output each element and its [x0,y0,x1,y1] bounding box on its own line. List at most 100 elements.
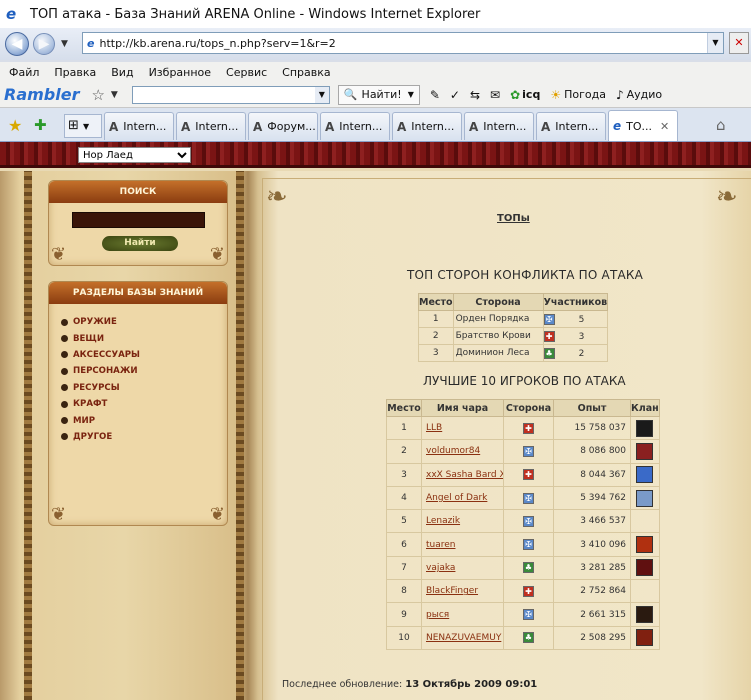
player-link[interactable]: рыся [423,610,449,620]
tab-6[interactable]: A Intern... [464,112,534,140]
place-cell: 2 [386,439,422,464]
player-link[interactable]: Lenazik [423,516,460,526]
menu-edit[interactable]: Правка [54,66,96,79]
player-link[interactable]: LLB [423,423,442,433]
menu-favorites[interactable]: Избранное [149,66,211,79]
player-link[interactable]: tuaren [423,540,456,550]
exp-cell: 2 752 864 [553,579,631,604]
section-link[interactable]: РЕСУРСЫ [61,380,227,396]
side-cell: ✚ [503,415,554,441]
menu-view[interactable]: Вид [111,66,133,79]
blood-side-icon: ✚ [523,469,534,481]
url-dropdown-icon[interactable]: ▼ [707,33,723,53]
rambler-find-button[interactable]: 🔍 Найти! ▼ [337,84,420,105]
section-link[interactable]: МИР [61,412,227,428]
ornament-icon: ❦ [51,244,67,265]
clan-emblem-icon[interactable] [636,489,654,507]
tops-link[interactable]: ТОПы [497,213,530,224]
clan-emblem-icon[interactable] [636,419,654,437]
history-dropdown-icon[interactable]: ▼ [61,39,68,49]
tab-4[interactable]: A Intern... [320,112,390,140]
player-link[interactable]: NENAZUVAEMUY [423,633,501,643]
quick-tabs-button[interactable]: ⊞ ▼ [64,114,102,138]
exp-cell: 8 044 367 [553,462,631,487]
url-text: http://kb.arena.ru/tops_n.php?serv=1&r=2 [99,36,336,50]
audio-icon[interactable]: ♪ [616,88,624,102]
icq-flower-icon[interactable]: ✿ [510,88,520,102]
translate-icon[interactable]: ⇆ [470,88,480,102]
search-button[interactable]: Найти [102,236,178,251]
stop-button[interactable]: ✕ [729,32,749,54]
clan-emblem-icon[interactable] [636,442,654,460]
menu-tools[interactable]: Сервис [226,66,267,79]
mail-icon[interactable]: ✉ [490,88,500,102]
player-link[interactable]: vajaka [423,563,455,573]
rambler-search-input[interactable]: ▼ [131,85,330,104]
pencil-icon[interactable]: ✎ [430,88,440,102]
add-favorite-icon[interactable]: ✚ [34,116,47,134]
sides-row: 3 Доминион Леса ♣ 2 [418,344,609,362]
menu-help[interactable]: Справка [282,66,330,79]
place-cell: 1 [418,310,454,328]
place-cell: 7 [386,555,422,581]
side-cell: ✠ [503,485,554,511]
clan-emblem-icon[interactable] [636,536,654,554]
side-cell: ✠ [503,439,554,464]
audio-label[interactable]: Аудио [627,88,663,101]
count-cell: ✠ 5 [542,310,609,328]
arena-icon: A [397,119,407,134]
place-cell: 8 [386,579,422,604]
tab-1[interactable]: A Intern... [104,112,174,140]
sections-panel-title: РАЗДЕЛЫ БАЗЫ ЗНАНИЙ [49,282,227,304]
icq-label[interactable]: icq [522,88,540,101]
tab-7[interactable]: A Intern... [536,112,606,140]
count-value: 3 [578,331,585,342]
count-cell: ♣ 2 [542,344,609,362]
address-bar: ◀ ▶ ▼ e http://kb.arena.ru/tops_n.php?se… [0,28,751,60]
spellcheck-icon[interactable]: ✓ [450,88,460,102]
player-link[interactable]: xxX Sasha Bard Xxx [423,470,503,480]
url-field[interactable]: e http://kb.arena.ru/tops_n.php?serv=1&r… [82,32,724,54]
clan-emblem-icon[interactable] [636,466,654,484]
home-icon[interactable]: ⌂ [716,116,726,134]
search-input[interactable] [72,212,205,228]
star-icon[interactable]: ☆ [91,86,104,104]
back-button[interactable]: ◀ [5,32,29,56]
section-link[interactable]: ВЕЩИ [61,330,227,346]
tab-active[interactable]: e ТО... ✕ [608,110,678,141]
section-link[interactable]: АКСЕССУАРЫ [61,347,227,363]
search-dropdown-icon[interactable]: ▼ [314,86,329,103]
side-name-cell: Орден Порядка [452,310,544,328]
tab-3[interactable]: A Форум... [248,112,318,140]
section-link[interactable]: КРАФТ [61,396,227,412]
section-link[interactable]: ОРУЖИЕ [61,314,227,330]
tab-2[interactable]: A Intern... [176,112,246,140]
weather-label[interactable]: Погода [564,88,606,101]
clan-emblem-icon[interactable] [636,606,654,624]
order-side-icon: ✠ [523,515,534,527]
section-link[interactable]: ПЕРСОНАЖИ [61,363,227,379]
player-link[interactable]: BlackFinger [423,586,478,596]
tab-5[interactable]: A Intern... [392,112,462,140]
star-dropdown-icon[interactable]: ▼ [111,90,118,100]
exp-cell: 8 086 800 [553,439,631,464]
player-link[interactable]: voldumor84 [423,446,480,456]
server-select[interactable]: Нор Лаед [78,147,191,163]
rambler-logo[interactable]: Rambler [4,85,79,104]
section-link[interactable]: ДРУГОЕ [61,429,227,445]
clan-emblem-icon[interactable] [636,559,654,577]
player-name-cell: voldumor84 [421,439,504,464]
close-tab-icon[interactable]: ✕ [660,120,669,133]
side-cell: ✠ [503,509,554,534]
forward-button[interactable]: ▶ [33,33,55,55]
favorites-star-icon[interactable]: ★ [8,116,22,135]
clan-emblem-icon[interactable] [636,629,654,647]
rope-decoration [236,171,244,700]
ie-icon: e [613,119,622,133]
weather-icon[interactable]: ☀ [550,88,561,102]
player-link[interactable]: Angel of Dark [423,493,487,503]
updated-label: Последнее обновление: [282,679,403,690]
menu-file[interactable]: Файл [9,66,39,79]
player-row: 7 vajaka ♣ 3 281 285 [386,555,660,581]
player-row: 1 LLB ✚ 15 758 037 [386,415,660,441]
